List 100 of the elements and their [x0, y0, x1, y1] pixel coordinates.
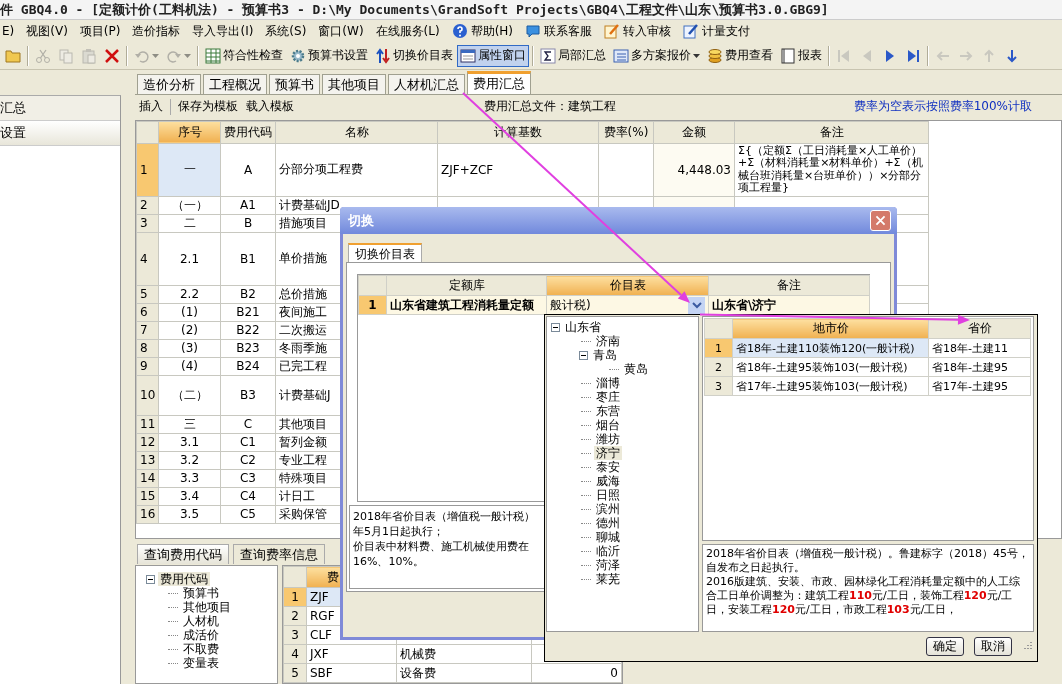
close-button[interactable] — [870, 210, 891, 231]
tab[interactable]: 查询费用代码 — [137, 544, 229, 564]
tab[interactable]: 费用汇总 — [467, 70, 531, 94]
table-cell: C2 — [220, 451, 276, 470]
toolbar-button[interactable]: 属性窗口 — [457, 44, 529, 67]
menu-item[interactable]: 导入导出(I) — [190, 22, 256, 40]
tree-item[interactable]: 成活价 — [181, 628, 221, 642]
table-cell: 一 — [158, 143, 221, 197]
table-cell[interactable]: 省18年-土建95装饰103(一般计税) — [732, 357, 929, 377]
dropdown-button[interactable] — [688, 296, 705, 314]
table-cell: C4 — [220, 487, 276, 506]
table-cell[interactable]: 省17年-土建95装饰103(一般计税) — [732, 376, 929, 396]
tree-item[interactable]: 山东省 — [563, 320, 603, 334]
column-header[interactable]: 地市价 — [732, 318, 929, 339]
toolbar-button[interactable]: 局部汇总 — [537, 44, 609, 67]
table-cell[interactable]: 省18年-土建11 — [928, 338, 1031, 358]
dialog-button[interactable]: 取消 — [974, 636, 1012, 656]
tree-item[interactable]: 淄博 — [594, 376, 622, 390]
tree-item[interactable]: 日照 — [594, 488, 622, 502]
column-header[interactable]: 价目表 — [546, 275, 709, 296]
column-header[interactable]: 金额 — [653, 121, 735, 144]
menu-item[interactable]: 计量支付 — [681, 22, 753, 40]
tree-item[interactable]: 威海 — [594, 474, 622, 488]
menu-item[interactable]: 窗口(W) — [316, 22, 366, 40]
tree-item[interactable]: 变量表 — [181, 656, 221, 670]
tree-item[interactable]: 莱芜 — [594, 572, 622, 586]
toolbar-button[interactable]: 符合性检查 — [202, 44, 286, 67]
row-number[interactable]: 1 — [136, 143, 159, 197]
column-header[interactable]: 备注 — [708, 275, 870, 296]
toolbar-button[interactable]: 插入 — [135, 98, 167, 116]
sidebar-item[interactable]: 汇总 — [0, 96, 120, 121]
table-cell: 3.1 — [158, 433, 221, 452]
menu-item[interactable]: 帮助(H) — [449, 22, 516, 40]
description-text: 价目表中材料费、施工机械使用费在 — [353, 539, 530, 554]
pencil-paper-icon — [604, 23, 621, 39]
menu-item[interactable]: 在线服务(L) — [373, 22, 442, 40]
row-number[interactable]: 10 — [136, 375, 159, 416]
tab[interactable]: 切换价目表 — [348, 243, 422, 262]
last-page-icon — [905, 47, 921, 64]
column-header[interactable]: 序号 — [158, 121, 221, 144]
tree-item[interactable]: 潍坊 — [594, 432, 622, 446]
menu-item[interactable]: E) — [0, 24, 17, 38]
tree-item[interactable]: 临沂 — [594, 544, 622, 558]
tree-item[interactable]: 不取费 — [181, 642, 221, 656]
column-header[interactable]: 定额库 — [386, 275, 547, 296]
tree-item[interactable]: 泰安 — [594, 460, 622, 474]
column-header[interactable]: 省价 — [928, 318, 1031, 339]
menu-item[interactable]: 视图(V) — [24, 22, 70, 40]
document-icon — [780, 47, 796, 64]
table-cell[interactable]: 省18年-土建95 — [928, 357, 1031, 377]
column-header[interactable]: 费用代码 — [220, 121, 276, 144]
tree-item[interactable]: 人材机 — [181, 614, 221, 628]
toolbar-button[interactable]: 切换价目表 — [372, 44, 456, 67]
column-header[interactable]: 费率(%) — [598, 121, 654, 144]
close-icon — [874, 214, 887, 227]
tree-item[interactable]: 济宁 — [594, 446, 622, 460]
tab[interactable]: 查询费率信息 — [233, 544, 325, 564]
table-cell: A — [220, 143, 276, 197]
menu-item[interactable]: 造价指标 — [130, 22, 183, 40]
column-header[interactable]: 备注 — [734, 121, 929, 144]
table-icon — [613, 47, 629, 64]
table-cell: A1 — [220, 196, 276, 215]
menu-item[interactable]: 联系客服 — [523, 22, 595, 40]
tree-item[interactable]: 青岛 — [591, 348, 619, 362]
toolbar-button[interactable]: 报表 — [777, 44, 825, 67]
table-cell: B3 — [220, 375, 276, 416]
tab[interactable]: 预算书 — [269, 73, 320, 94]
dialog-button[interactable]: 确定 — [926, 636, 964, 656]
toolbar-button[interactable]: 保存为模板 — [174, 98, 242, 116]
table-cell: (1) — [158, 303, 221, 322]
table-cell[interactable]: 省17年-土建95 — [928, 376, 1031, 396]
tree-item[interactable]: 聊城 — [594, 530, 622, 544]
tree-item[interactable]: 黄岛 — [622, 362, 650, 376]
row-number[interactable]: 4 — [136, 232, 159, 286]
menu-item[interactable]: 转入审核 — [602, 22, 674, 40]
tab[interactable]: 工程概况 — [203, 73, 267, 94]
tree-item[interactable]: 济南 — [594, 334, 622, 348]
tree-item[interactable]: 德州 — [594, 516, 622, 530]
tree-item[interactable]: 烟台 — [594, 418, 622, 432]
tree-item[interactable]: 枣庄 — [594, 390, 622, 404]
tree-item[interactable]: 预算书 — [181, 586, 221, 600]
menu-item[interactable]: 项目(P) — [77, 22, 123, 40]
tab[interactable]: 造价分析 — [137, 73, 201, 94]
table-cell: 3.3 — [158, 469, 221, 488]
menu-item[interactable]: 系统(S) — [263, 22, 309, 40]
tree-item[interactable]: 其他项目 — [181, 600, 233, 614]
toolbar-button[interactable]: 多方案报价 — [610, 44, 703, 67]
tree-item[interactable]: 滨州 — [594, 502, 622, 516]
tree-item[interactable]: 菏泽 — [594, 558, 622, 572]
table-cell: （一） — [158, 196, 221, 215]
toolbar-button[interactable]: 载入模板 — [242, 98, 298, 116]
toolbar-button[interactable]: 预算书设置 — [287, 44, 371, 67]
tab[interactable]: 其他项目 — [322, 73, 386, 94]
tree-item[interactable]: 费用代码 — [158, 572, 210, 586]
tab[interactable]: 人材机汇总 — [388, 73, 465, 94]
table-cell: C5 — [220, 505, 276, 524]
tree-item[interactable]: 东营 — [594, 404, 622, 418]
sidebar-item[interactable]: 设置 — [0, 121, 120, 146]
toolbar-button[interactable]: 费用查看 — [704, 44, 776, 67]
column-header[interactable]: 名称 — [275, 121, 438, 144]
